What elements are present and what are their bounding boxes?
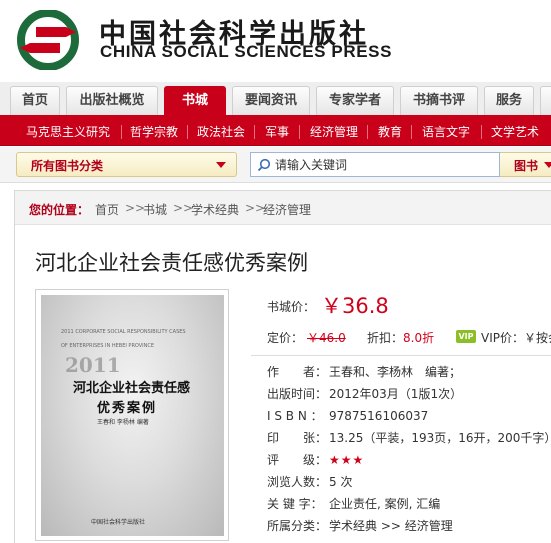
search-box [250,152,500,177]
tab-news[interactable]: 要闻资讯 [232,86,310,115]
store-price: ￥36.8 [321,294,389,318]
press-logo-icon[interactable] [16,10,82,70]
tab-home[interactable]: 首页 [10,86,60,115]
book-title: 河北企业社会责任感优秀案例 [35,251,308,275]
detail-value: 2012年03月（1版1次） [329,387,463,401]
category-language[interactable]: 语言文字 [422,123,470,140]
tab-experts[interactable]: 专家学者 [316,86,394,115]
cover-title: 河北企业社会责任感 [73,381,191,396]
tab-press-overview[interactable]: 出版社概览 [66,86,158,115]
category-economics[interactable]: 经济管理 [310,123,358,140]
site-header: 中国社会科学出版社 CHINA SOCIAL SCIENCES PRESS [0,0,551,82]
breadcrumb-classics[interactable]: 学术经典 [191,201,239,218]
main-nav: 首页 出版社概览 书城 要闻资讯 专家学者 书摘书评 服务 [0,82,551,118]
category-law-society[interactable]: 政法社会 [197,123,245,140]
detail-keywords: 关 键 字： 企业责任, 案例, 汇编 [267,495,440,512]
detail-format: 印 张： 13.25（平装，193页，16开，200千字） [267,429,551,446]
detail-rating: 评 级： ★★★ [267,451,364,468]
cover-year: 2011 [65,353,121,377]
detail-value: 9787516106037 [329,409,429,423]
all-categories-dropdown[interactable]: 所有图书分类 [16,152,237,177]
rating-stars-icon: ★★★ [329,453,365,467]
list-price-label: 定价： [267,331,304,345]
breadcrumb-lead: 您的位置： [29,203,90,217]
search-bar: 所有图书分类 图书 [0,147,551,183]
tab-bookstore[interactable]: 书城 [164,86,226,115]
vip-badge-icon: VIP [456,330,476,343]
search-icon [257,158,271,172]
search-input[interactable] [275,153,495,176]
detail-label: I S B N ： [267,409,323,423]
category-philosophy[interactable]: 哲学宗教 [130,123,178,140]
tab-more[interactable] [540,86,551,115]
breadcrumb-home[interactable]: 首页 [95,201,119,218]
cover-english-title: 2011 CORPORATE SOCIAL RESPONSIBILITY CAS… [61,329,186,335]
category-education[interactable]: 教育 [378,123,402,140]
vip-price: VIP价：￥按会 [481,331,551,345]
detail-category: 所属分类： 学术经典 >> 经济管理 [267,517,453,534]
cover-authors: 王春和 李杨林 编著 [97,419,149,426]
cover-english-title: OF ENTERPRISES IN HEBEI PROVINCE [61,343,155,349]
book-cover[interactable]: 2011 CORPORATE SOCIAL RESPONSIBILITY CAS… [35,289,229,541]
chevron-down-icon [216,162,226,168]
detail-value[interactable]: 学术经典 >> 经济管理 [329,519,453,533]
breadcrumb-bookstore[interactable]: 书城 [143,201,167,218]
detail-label: 浏览人数： [267,475,328,489]
detail-label: 关 键 字： [267,497,323,511]
breadcrumb: 您的位置： 首页 >> 书城 >> 学术经典 >> 经济管理 [15,191,551,225]
detail-label: 印 张： [267,431,328,445]
tab-service[interactable]: 服务 [484,86,534,115]
list-price: ￥46.0 [307,331,346,345]
detail-label: 评 级： [267,453,328,467]
detail-views: 浏览人数： 5 次 [267,473,352,490]
detail-label: 所属分类： [267,519,328,533]
detail-label: 作 者： [267,365,328,379]
search-scope-label: 图书 [514,159,539,173]
all-categories-label: 所有图书分类 [31,159,104,173]
detail-value: 王春和、李杨林 编著； [329,365,462,379]
category-military[interactable]: 军事 [265,123,289,140]
book-cover-image: 2011 CORPORATE SOCIAL RESPONSIBILITY CAS… [41,295,224,536]
brand-name-en: CHINA SOCIAL SCIENCES PRESS [100,42,393,61]
breadcrumb-economics[interactable]: 经济管理 [263,201,311,218]
divider [251,355,551,356]
cover-publisher: 中国社会科学出版社 [91,519,146,526]
cover-title: 优秀案例 [97,401,158,416]
discount-label: 折扣： [367,331,404,345]
detail-value: 5 次 [329,475,353,489]
detail-value[interactable]: 企业责任, 案例, 汇编 [329,497,440,511]
category-marxism[interactable]: 马克思主义研究 [26,123,110,140]
chevron-down-icon [544,162,551,168]
discount-value: 8.0折 [403,331,435,345]
detail-pub-date: 出版时间： 2012年03月（1版1次） [267,385,462,402]
detail-isbn: I S B N ： 9787516106037 [267,407,428,424]
store-price-label: 书城价： [267,300,316,314]
category-bar: 马克思主义研究 哲学宗教 政法社会 军事 经济管理 教育 语言文字 文学艺术 [0,118,551,146]
detail-value: 13.25（平装，193页，16开，200千字） [329,431,551,445]
category-literature-art[interactable]: 文学艺术 [491,123,539,140]
detail-label: 出版时间： [267,387,328,401]
detail-author: 作 者： 王春和、李杨林 编著； [267,363,461,380]
tab-reviews[interactable]: 书摘书评 [400,86,478,115]
search-scope-dropdown[interactable]: 图书 [500,152,551,177]
product-content: 您的位置： 首页 >> 书城 >> 学术经典 >> 经济管理 河北企业社会责任感… [14,190,551,543]
